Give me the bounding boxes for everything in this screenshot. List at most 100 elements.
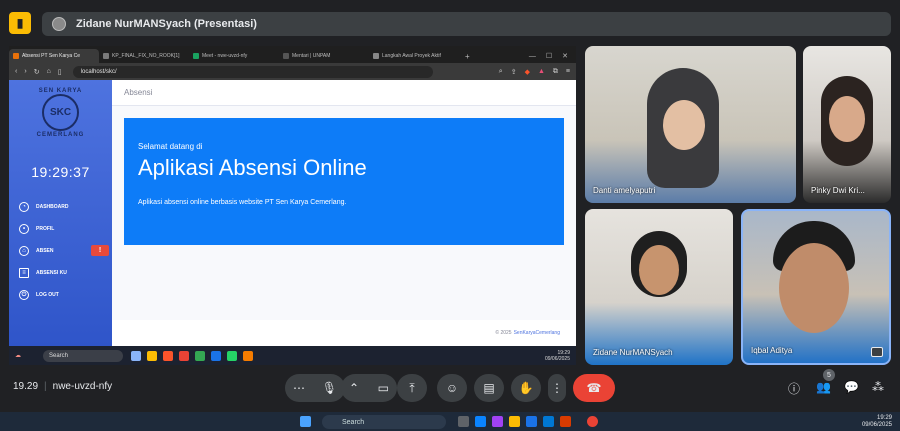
task-view-icon[interactable] (458, 416, 469, 427)
tab-label: Langkah Awal Proyek Aktif (382, 53, 441, 59)
folder-icon (147, 350, 157, 361)
windows-date: 09/06/2025 (861, 422, 892, 428)
tab-label: Mentari | UNPAM (292, 53, 331, 59)
copilot-icon[interactable] (492, 416, 503, 427)
participant-tile[interactable]: Zidane NurMANSyach (585, 209, 733, 365)
footer-link[interactable]: SenKaryaCemerlang (514, 330, 560, 336)
sidebar-item-label: DASHBOARD (36, 204, 69, 210)
sidebar-item-logout[interactable]: ⏻ LOG OUT (19, 284, 109, 306)
maximize-icon[interactable]: ☐ (546, 52, 552, 60)
more-audio-icon[interactable]: ⋯ (293, 381, 305, 395)
tab-label: KP_FINAL_FIX_NO_ROOK[1] (112, 53, 180, 59)
extensions-icon[interactable]: ⧉ (553, 68, 558, 76)
welcome-description: Aplikasi absensi online berbasis website… (138, 199, 347, 206)
edge-icon[interactable] (475, 416, 486, 427)
people-icon[interactable]: 👥 (816, 380, 831, 394)
participant-face (663, 100, 705, 150)
windows-clock[interactable]: 19:29 09/06/2025 (862, 415, 892, 429)
xampp-icon (243, 350, 253, 361)
browser-tab[interactable]: Langkah Awal Proyek Aktif (369, 49, 459, 63)
emoji-button[interactable]: ☺ (437, 374, 467, 402)
end-call-icon: ☎ (586, 381, 602, 395)
windows-search-box[interactable]: Search (322, 415, 446, 429)
sidebar-menu: ◔ DASHBOARD • PROFIL ⌂ ABSEN! ≡ ABSENSI KU ⏻… (19, 196, 109, 306)
participant-tile[interactable]: Danti amelyaputri (585, 46, 796, 203)
app-icon (179, 350, 189, 361)
mail-icon[interactable] (543, 416, 554, 427)
brave-rewards-icon[interactable]: ▲ (538, 68, 545, 76)
end-call-button[interactable]: ☎ (573, 374, 615, 402)
participant-name: Danti amelyaputri (593, 186, 656, 195)
close-icon[interactable]: ✕ (562, 52, 568, 60)
raise-hand-button[interactable]: ✋ (511, 374, 541, 402)
reload-icon[interactable]: ↻ (34, 68, 40, 76)
shared-search-label: Search (49, 352, 69, 359)
sidebar-item-profil[interactable]: • PROFIL (19, 218, 109, 240)
address-bar: ‹ › ↻ ⌂ ▯ localhost/skc/ ⌕ ⇪ ◆ ▲ ⧉ ≡ (9, 63, 576, 80)
participant-tile[interactable]: Iqbal Aditya (741, 209, 891, 365)
browser-tab[interactable]: Absensi PT Sen Karya Ce (9, 49, 99, 63)
bookmark-icon[interactable]: ▯ (58, 68, 62, 76)
app-footer: © 2025 SenKaryaCemerlang (112, 320, 576, 346)
participant-name: Iqbal Aditya (751, 346, 793, 355)
browser-tab[interactable]: Meet - nwe-uvzd-nfy (189, 49, 279, 63)
favicon-icon (283, 53, 289, 59)
meeting-time: 19.29 (13, 381, 39, 392)
minimize-icon[interactable]: — (529, 53, 536, 60)
browser-tab[interactable]: KP_FINAL_FIX_NO_ROOK[1] (99, 49, 189, 63)
tab-label: Absensi PT Sen Karya Ce (22, 53, 80, 59)
back-icon[interactable]: ‹ (15, 68, 17, 75)
tab-label: Meet - nwe-uvzd-nfy (202, 53, 248, 59)
menu-icon[interactable]: ≡ (566, 68, 570, 76)
favicon-icon (193, 53, 199, 59)
present-button[interactable]: ⤒ (397, 374, 427, 402)
office-icon[interactable] (560, 416, 571, 427)
shared-taskbar-apps (131, 350, 253, 361)
camera-icon[interactable]: ▭ (378, 381, 389, 395)
meeting-code: nwe-uvzd-nfy (52, 381, 113, 392)
url-field[interactable]: localhost/skc/ (72, 65, 433, 78)
zoom-icon[interactable]: ⌕ (499, 68, 503, 76)
brave-shield-icon[interactable]: ◆ (525, 68, 530, 76)
spotify-icon (195, 350, 205, 361)
meeting-info: 19.29 | nwe-uvzd-nfy (13, 381, 113, 392)
presenter-title: Zidane NurMANSyach (Presentasi) (76, 18, 257, 30)
participant-tile[interactable]: Pinky Dwi Kri... (803, 46, 891, 203)
info-icon[interactable]: ⓘ (788, 380, 800, 397)
shared-date: 09/06/2025 (544, 355, 570, 362)
captions-icon: ▤ (483, 381, 495, 395)
browser-tab[interactable]: Mentari | UNPAM (279, 49, 369, 63)
windows-start-icon[interactable] (300, 416, 311, 427)
window-controls: — ☐ ✕ (529, 49, 576, 63)
meet-app-icon[interactable]: ▮ (9, 12, 31, 34)
file-explorer-icon[interactable] (509, 416, 520, 427)
share-icon[interactable]: ⇪ (511, 68, 517, 76)
sidebar-item-dashboard[interactable]: ◔ DASHBOARD (19, 196, 109, 218)
chrome-icon[interactable] (587, 416, 598, 427)
app-content: Absensi Selamat datang di Aplikasi Absen… (112, 80, 576, 346)
page-title: Absensi (112, 80, 576, 106)
windows-taskbar: Search 19:29 09/06/2025 (0, 412, 900, 431)
favicon-icon (13, 53, 19, 59)
new-tab-icon[interactable]: + (459, 49, 476, 63)
home-icon[interactable]: ⌂ (47, 68, 51, 75)
store-icon[interactable] (526, 416, 537, 427)
mic-icon[interactable]: 🎙 (322, 381, 337, 395)
participant-name: Zidane NurMANSyach (593, 348, 673, 357)
forward-icon[interactable]: › (24, 68, 26, 75)
sidebar-item-label: LOG OUT (36, 292, 59, 298)
captions-button[interactable]: ▤ (474, 374, 504, 402)
activities-icon[interactable]: ⁂ (872, 380, 884, 394)
sidebar-item-absensi-ku[interactable]: ≡ ABSENSI KU (19, 262, 109, 284)
live-clock: 19:29:37 (31, 164, 90, 180)
windows-search-label: Search (342, 418, 365, 426)
sidebar-item-absen[interactable]: ⌂ ABSEN! (19, 240, 109, 262)
camera-group: ⌃ ▭ (341, 374, 397, 402)
user-icon: • (19, 224, 29, 234)
hand-icon: ✋ (518, 381, 534, 395)
chevron-up-icon[interactable]: ⌃ (349, 381, 359, 395)
more-options-button[interactable]: ⋮ (548, 374, 566, 402)
chat-icon[interactable]: 💬 (844, 380, 859, 394)
pin-icon[interactable] (871, 347, 883, 357)
presenter-avatar (52, 17, 66, 31)
